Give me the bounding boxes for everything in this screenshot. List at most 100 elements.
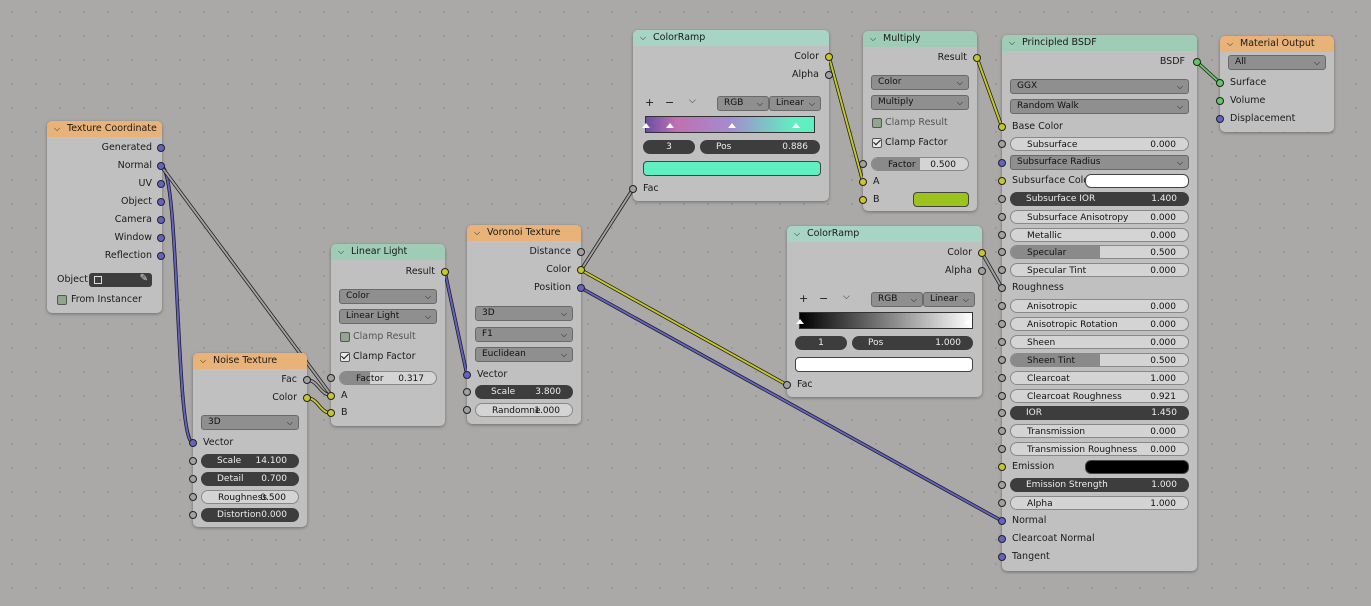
- stop-color-swatch[interactable]: [643, 161, 821, 176]
- specular-field[interactable]: Specular 0.500: [1010, 245, 1189, 259]
- node-header[interactable]: ⌵ Multiply: [863, 31, 977, 47]
- socket-distance[interactable]: [577, 248, 585, 256]
- socket-color[interactable]: [825, 53, 833, 61]
- ramp-stop[interactable]: [796, 319, 804, 327]
- color-ramp-bar[interactable]: [796, 312, 973, 329]
- socket-a[interactable]: [327, 392, 335, 400]
- specular-tint-field[interactable]: Specular Tint 0.000: [1010, 263, 1189, 277]
- anisotropic-rotation-field[interactable]: Anisotropic Rotation 0.000: [1010, 317, 1189, 331]
- target-dropdown[interactable]: All ⌵: [1228, 55, 1326, 70]
- socket-fac[interactable]: [783, 381, 791, 389]
- socket-color[interactable]: [577, 266, 585, 274]
- socket-uv[interactable]: [157, 180, 165, 188]
- collapse-chevron-icon[interactable]: ⌵: [794, 226, 800, 242]
- type-dropdown[interactable]: Color ⌵: [871, 75, 969, 90]
- chevron-down-icon[interactable]: ⌵: [843, 292, 850, 302]
- socket-detail[interactable]: [189, 475, 197, 483]
- socket-object[interactable]: [157, 198, 165, 206]
- socket-clearcoat-normal[interactable]: [998, 535, 1006, 543]
- socket-randomness[interactable]: [463, 406, 471, 414]
- subsurface-field[interactable]: Subsurface 0.000: [1010, 137, 1189, 151]
- socket-fac[interactable]: [629, 185, 637, 193]
- pos-field[interactable]: Pos 1.000: [852, 336, 973, 350]
- socket-a[interactable]: [859, 178, 867, 186]
- socket-surface[interactable]: [1216, 79, 1224, 87]
- socket-volume[interactable]: [1216, 97, 1224, 105]
- socket-vector[interactable]: [189, 439, 197, 447]
- socket-distortion[interactable]: [189, 511, 197, 519]
- clearcoat-field[interactable]: Clearcoat 1.000: [1010, 371, 1189, 385]
- socket-sheen-tint[interactable]: [998, 356, 1006, 364]
- chevron-down-icon[interactable]: ⌵: [689, 96, 696, 106]
- eyedropper-icon[interactable]: ✎: [140, 273, 148, 284]
- socket-vector[interactable]: [463, 371, 471, 379]
- socket-anisotropic[interactable]: [998, 302, 1006, 310]
- sheen-tint-field[interactable]: Sheen Tint 0.500: [1010, 353, 1189, 367]
- socket-b[interactable]: [327, 409, 335, 417]
- node-header[interactable]: ⌵ Voronoi Texture: [467, 225, 581, 241]
- socket-transmission[interactable]: [998, 427, 1006, 435]
- randomness-field[interactable]: Randomne 1.000: [475, 403, 573, 417]
- metallic-field[interactable]: Metallic 0.000: [1010, 228, 1189, 242]
- socket-metallic[interactable]: [998, 231, 1006, 239]
- socket-base-color[interactable]: [998, 123, 1006, 131]
- node-header[interactable]: ⌵ ColorRamp: [787, 226, 982, 242]
- node-colorramp-1[interactable]: ⌵ ColorRamp Color Alpha + − ⌵ RGB ⌵ Line…: [629, 30, 833, 201]
- collapse-chevron-icon[interactable]: ⌵: [338, 244, 344, 260]
- socket-generated[interactable]: [157, 144, 165, 152]
- subsurface-radius-dropdown[interactable]: Subsurface Radius ⌵: [1010, 155, 1189, 170]
- clamp-result-checkbox[interactable]: [340, 332, 350, 342]
- stop-index-field[interactable]: 1: [795, 336, 847, 350]
- socket-normal[interactable]: [998, 517, 1006, 525]
- node-voronoi-texture[interactable]: ⌵ Voronoi Texture Distance Color Positio…: [463, 225, 585, 424]
- color-mode-dropdown[interactable]: RGB ⌵: [871, 292, 923, 307]
- socket-camera[interactable]: [157, 216, 165, 224]
- ior-field[interactable]: IOR 1.450: [1010, 406, 1189, 420]
- collapse-chevron-icon[interactable]: ⌵: [640, 30, 646, 46]
- dimensions-dropdown[interactable]: 3D ⌵: [475, 306, 573, 321]
- socket-factor[interactable]: [859, 160, 867, 168]
- anisotropic-field[interactable]: Anisotropic 0.000: [1010, 299, 1189, 313]
- socket-color[interactable]: [978, 249, 986, 257]
- socket-clearcoat-roughness[interactable]: [998, 392, 1006, 400]
- clamp-factor-checkbox[interactable]: [872, 138, 882, 148]
- socket-reflection[interactable]: [157, 252, 165, 260]
- color-ramp-bar[interactable]: [642, 116, 815, 133]
- roughness-field[interactable]: Roughness 0.500: [201, 490, 299, 504]
- socket-scale[interactable]: [463, 388, 471, 396]
- stop-color-swatch[interactable]: [795, 357, 973, 372]
- collapse-chevron-icon[interactable]: ⌵: [1227, 36, 1233, 52]
- subsurface-anisotropy-field[interactable]: Subsurface Anisotropy 0.000: [1010, 210, 1189, 224]
- ramp-stop[interactable]: [792, 123, 800, 131]
- interpolation-dropdown[interactable]: Linear ⌵: [923, 292, 975, 307]
- factor-field[interactable]: Factor 0.500: [871, 157, 969, 171]
- socket-displacement[interactable]: [1216, 115, 1224, 123]
- ramp-stop[interactable]: [666, 123, 674, 131]
- node-header[interactable]: ⌵ Material Output: [1220, 36, 1334, 52]
- socket-fac[interactable]: [303, 376, 311, 384]
- sheen-field[interactable]: Sheen 0.000: [1010, 335, 1189, 349]
- blend-dropdown[interactable]: Linear Light ⌵: [339, 309, 437, 324]
- socket-alpha[interactable]: [978, 267, 986, 275]
- distortion-field[interactable]: Distortion 0.000: [201, 508, 299, 522]
- ramp-stop[interactable]: [728, 123, 736, 131]
- node-texture-coordinate[interactable]: ⌵ Texture Coordinate Generated Normal UV…: [47, 121, 165, 313]
- socket-normal[interactable]: [157, 162, 165, 170]
- remove-stop-icon[interactable]: −: [665, 96, 674, 109]
- blend-dropdown[interactable]: Multiply ⌵: [871, 95, 969, 110]
- factor-field[interactable]: Factor 0.317: [339, 371, 437, 385]
- socket-anisotropic-rotation[interactable]: [998, 320, 1006, 328]
- socket-subsurface-radius[interactable]: [998, 159, 1006, 167]
- clearcoat-roughness-field[interactable]: Clearcoat Roughness 0.921: [1010, 389, 1189, 403]
- socket-roughness[interactable]: [998, 284, 1006, 292]
- subsurface-color-swatch[interactable]: [1085, 174, 1189, 188]
- type-dropdown[interactable]: Color ⌵: [339, 289, 437, 304]
- clamp-factor-checkbox[interactable]: [340, 352, 350, 362]
- socket-subsurface-anisotropy[interactable]: [998, 213, 1006, 221]
- ramp-stop[interactable]: [642, 123, 650, 131]
- collapse-chevron-icon[interactable]: ⌵: [200, 353, 206, 369]
- clamp-result-checkbox[interactable]: [872, 118, 882, 128]
- socket-subsurface[interactable]: [998, 140, 1006, 148]
- node-principled-bsdf[interactable]: ⌵ Principled BSDF BSDF GGX ⌵ Random Walk…: [998, 35, 1201, 571]
- transmission-field[interactable]: Transmission 0.000: [1010, 424, 1189, 438]
